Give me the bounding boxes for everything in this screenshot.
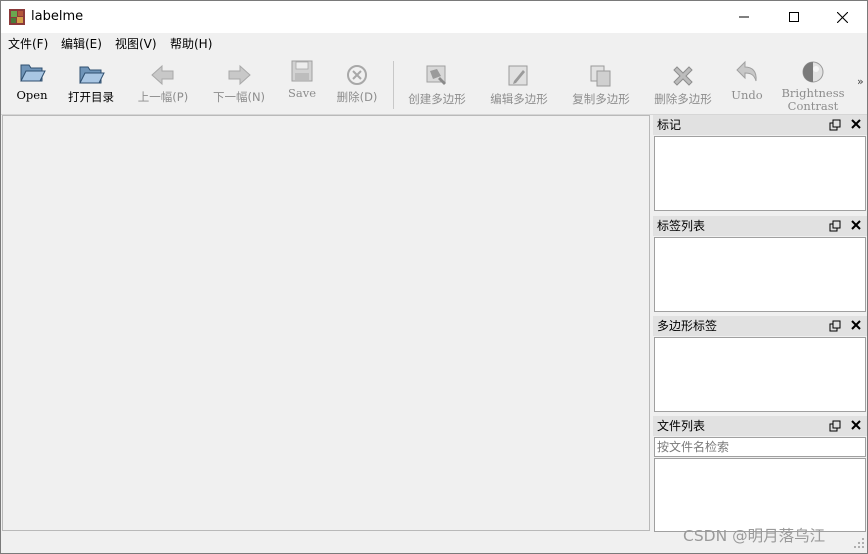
next-image-button[interactable]: 下一幅(N)	[209, 55, 269, 113]
polygon-labels-dock-header: 多边形标签	[653, 316, 867, 336]
menu-bar: 文件(F) 编辑(E) 视图(V) 帮助(H)	[1, 33, 867, 55]
undo-button[interactable]: Undo	[731, 55, 763, 113]
edit-polygon-button[interactable]: 编辑多边形	[485, 55, 553, 113]
file-list[interactable]	[654, 458, 866, 532]
label-list[interactable]	[654, 237, 866, 312]
polygon-labels-list[interactable]	[654, 337, 866, 412]
flags-dock-header: 标记	[653, 115, 867, 135]
toolbar: Open 打开目录 上一幅(P) 下一幅(N) Save 删除(D) 创建多边形…	[1, 55, 867, 115]
save-icon	[291, 60, 313, 82]
edit-polygon-label: 编辑多边形	[490, 92, 548, 106]
arrow-left-icon	[151, 64, 174, 86]
close-icon[interactable]	[850, 319, 862, 331]
brightness-contrast-button[interactable]: Brightness Contrast	[777, 55, 849, 113]
menu-view[interactable]: 视图(V)	[115, 36, 157, 52]
delete-file-button[interactable]: 删除(D)	[333, 55, 381, 113]
undo-label: Undo	[731, 88, 763, 102]
toolbar-extension-icon[interactable]: »	[857, 75, 864, 88]
flags-dock: 标记	[653, 115, 867, 213]
watermark: CSDN @明月落乌江	[683, 527, 826, 545]
float-icon[interactable]	[829, 420, 841, 432]
close-window-button[interactable]	[819, 1, 865, 33]
maximize-button[interactable]	[771, 1, 817, 33]
polygon-labels-dock: 多边形标签	[653, 316, 867, 414]
app-window: labelme 文件(F) 编辑(E) 视图(V) 帮助(H) Open 打开目…	[0, 0, 868, 554]
delete-circle-icon	[347, 65, 367, 85]
open-dir-label: 打开目录	[68, 90, 114, 104]
delete-polygon-label: 删除多边形	[654, 92, 712, 106]
label-list-dock-header: 标签列表	[653, 216, 867, 236]
edit-polygon-icon	[508, 65, 528, 86]
toolbar-separator	[393, 61, 394, 109]
arrow-right-icon	[228, 64, 251, 86]
prev-image-button[interactable]: 上一幅(P)	[133, 55, 193, 113]
window-title: labelme	[31, 9, 84, 24]
float-icon[interactable]	[829, 119, 841, 131]
flags-list[interactable]	[654, 136, 866, 211]
minimize-icon	[739, 16, 749, 18]
close-icon	[836, 11, 848, 23]
file-list-dock-header: 文件列表	[653, 416, 867, 436]
close-icon[interactable]	[850, 219, 862, 231]
next-image-label: 下一幅(N)	[212, 90, 266, 104]
maximize-icon	[789, 12, 799, 22]
labelme-app-icon	[9, 9, 25, 25]
label-list-dock: 标签列表	[653, 216, 867, 314]
open-button[interactable]: Open	[15, 55, 49, 113]
close-icon[interactable]	[850, 419, 862, 431]
close-icon[interactable]	[850, 118, 862, 130]
create-polygon-label: 创建多边形	[408, 92, 466, 106]
copy-polygon-button[interactable]: 复制多边形	[567, 55, 635, 113]
minimize-button[interactable]	[721, 1, 767, 33]
save-button[interactable]: Save	[285, 55, 319, 113]
label-list-dock-title: 标签列表	[657, 219, 706, 233]
flags-dock-title: 标记	[657, 118, 682, 132]
folder-icon	[79, 66, 105, 84]
float-icon[interactable]	[829, 320, 841, 332]
file-search-input[interactable]: 按文件名检索	[654, 437, 866, 457]
menu-edit[interactable]: 编辑(E)	[61, 36, 102, 52]
image-canvas[interactable]	[2, 115, 650, 531]
title-bar: labelme	[1, 1, 867, 33]
folder-open-icon	[20, 64, 46, 82]
copy-polygon-icon	[590, 65, 611, 87]
delete-polygon-button[interactable]: 删除多边形	[649, 55, 717, 113]
create-polygon-button[interactable]: 创建多边形	[403, 55, 471, 113]
contrast-label: Contrast	[787, 99, 839, 113]
menu-file[interactable]: 文件(F)	[8, 36, 48, 52]
resize-grip-icon[interactable]	[853, 537, 865, 549]
create-polygon-icon	[426, 65, 446, 85]
open-label: Open	[16, 88, 48, 102]
float-icon[interactable]	[829, 220, 841, 232]
undo-icon	[736, 60, 757, 82]
polygon-labels-dock-title: 多边形标签	[657, 319, 718, 333]
delete-x-icon	[673, 66, 693, 86]
file-list-dock-title: 文件列表	[657, 419, 706, 433]
copy-polygon-label: 复制多边形	[572, 92, 630, 106]
menu-help[interactable]: 帮助(H)	[170, 36, 212, 52]
brightness-contrast-icon	[802, 61, 824, 83]
delete-file-label: 删除(D)	[336, 90, 378, 104]
file-list-dock: 文件列表 按文件名检索	[653, 416, 867, 532]
save-label: Save	[287, 86, 317, 100]
prev-image-label: 上一幅(P)	[137, 90, 189, 104]
open-dir-button[interactable]: 打开目录	[63, 55, 119, 113]
